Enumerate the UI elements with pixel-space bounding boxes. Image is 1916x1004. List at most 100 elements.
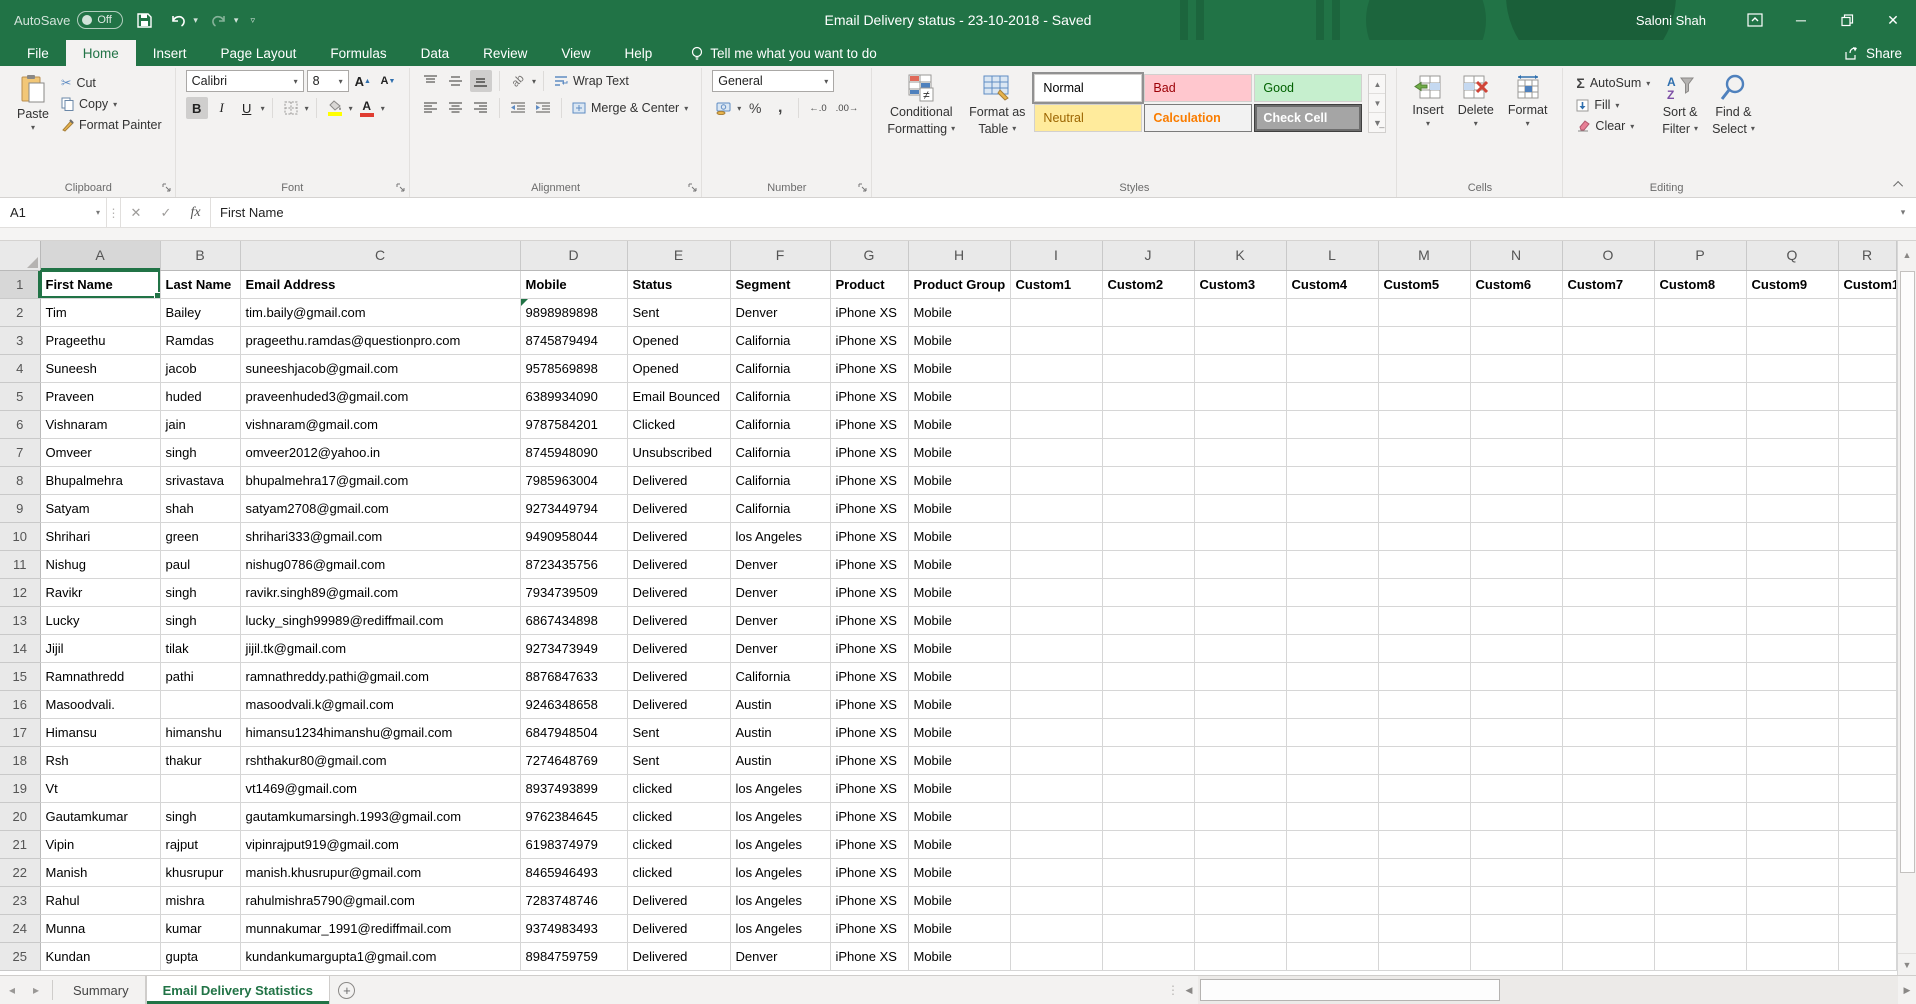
cell-O23[interactable] [1562, 886, 1654, 914]
cell-J16[interactable] [1102, 690, 1194, 718]
cell-I8[interactable] [1010, 466, 1102, 494]
cell-L13[interactable] [1286, 606, 1378, 634]
row-header-19[interactable]: 19 [0, 774, 40, 802]
cell-C20[interactable]: gautamkumarsingh.1993@gmail.com [240, 802, 520, 830]
format-cells-button[interactable]: Format ▾ [1503, 70, 1553, 130]
cell-B18[interactable]: thakur [160, 746, 240, 774]
number-format-combo[interactable]: General ▾ [712, 70, 834, 92]
cell-G17[interactable]: iPhone XS [830, 718, 908, 746]
alignment-dialog-launcher[interactable] [688, 183, 698, 193]
tell-me-box[interactable]: Tell me what you want to do [691, 40, 877, 66]
cell-J1[interactable]: Custom2 [1102, 270, 1194, 298]
comma-style-button[interactable]: , [769, 97, 791, 119]
cell-E14[interactable]: Delivered [627, 634, 730, 662]
cell-E21[interactable]: clicked [627, 830, 730, 858]
row-header-1[interactable]: 1 [0, 270, 40, 298]
cell-B16[interactable] [160, 690, 240, 718]
cell-P15[interactable] [1654, 662, 1746, 690]
ribbon-tab-view[interactable]: View [544, 40, 607, 66]
cell-G4[interactable]: iPhone XS [830, 354, 908, 382]
cell-K18[interactable] [1194, 746, 1286, 774]
cell-O5[interactable] [1562, 382, 1654, 410]
cell-L2[interactable] [1286, 298, 1378, 326]
row-header-25[interactable]: 25 [0, 942, 40, 970]
column-header-J[interactable]: J [1102, 241, 1194, 270]
gallery-scroll-down[interactable]: ▼ [1369, 94, 1385, 113]
cell-H24[interactable]: Mobile [908, 914, 1010, 942]
cell-G3[interactable]: iPhone XS [830, 326, 908, 354]
cell-L5[interactable] [1286, 382, 1378, 410]
cell-O22[interactable] [1562, 858, 1654, 886]
increase-indent-button[interactable] [532, 97, 554, 119]
column-header-F[interactable]: F [730, 241, 830, 270]
borders-dropdown[interactable]: ▾ [305, 104, 309, 113]
underline-dropdown[interactable]: ▾ [261, 104, 265, 113]
cell-B24[interactable]: kumar [160, 914, 240, 942]
orientation-button[interactable]: ab [507, 70, 529, 92]
sheet-tab-email-delivery-statistics[interactable]: Email Delivery Statistics [146, 976, 330, 1004]
merge-center-button[interactable]: Merge & Center ▾ [569, 99, 691, 117]
cell-Q3[interactable] [1746, 326, 1838, 354]
paste-dropdown[interactable]: ▾ [31, 124, 35, 133]
fill-color-button[interactable] [324, 97, 346, 119]
row-header-17[interactable]: 17 [0, 718, 40, 746]
decrease-indent-button[interactable] [507, 97, 529, 119]
cell-C8[interactable]: bhupalmehra17@gmail.com [240, 466, 520, 494]
cell-M12[interactable] [1378, 578, 1470, 606]
cell-C19[interactable]: vt1469@gmail.com [240, 774, 520, 802]
cell-D19[interactable]: 8937493899 [520, 774, 627, 802]
cell-C4[interactable]: suneeshjacob@gmail.com [240, 354, 520, 382]
cell-D18[interactable]: 7274648769 [520, 746, 627, 774]
ribbon-tab-help[interactable]: Help [607, 40, 669, 66]
accounting-format-button[interactable] [712, 97, 734, 119]
cell-R15[interactable] [1838, 662, 1896, 690]
cell-E2[interactable]: Sent [627, 298, 730, 326]
column-header-K[interactable]: K [1194, 241, 1286, 270]
cell-F6[interactable]: California [730, 410, 830, 438]
cell-M15[interactable] [1378, 662, 1470, 690]
cell-N13[interactable] [1470, 606, 1562, 634]
cell-R25[interactable] [1838, 942, 1896, 970]
cell-I2[interactable] [1010, 298, 1102, 326]
cell-C3[interactable]: prageethu.ramdas@questionpro.com [240, 326, 520, 354]
row-header-9[interactable]: 9 [0, 494, 40, 522]
cell-C7[interactable]: omveer2012@yahoo.in [240, 438, 520, 466]
cell-O15[interactable] [1562, 662, 1654, 690]
cell-J3[interactable] [1102, 326, 1194, 354]
cell-J17[interactable] [1102, 718, 1194, 746]
cell-B4[interactable]: jacob [160, 354, 240, 382]
gallery-expand[interactable]: ▼̲ [1369, 113, 1385, 132]
cell-E16[interactable]: Delivered [627, 690, 730, 718]
cell-M19[interactable] [1378, 774, 1470, 802]
cell-F19[interactable]: los Angeles [730, 774, 830, 802]
expand-formula-bar-button[interactable]: ▾ [1890, 198, 1916, 227]
cell-I20[interactable] [1010, 802, 1102, 830]
cell-G25[interactable]: iPhone XS [830, 942, 908, 970]
account-user-name[interactable]: Saloni Shah [1636, 13, 1706, 28]
cell-L24[interactable] [1286, 914, 1378, 942]
cell-L20[interactable] [1286, 802, 1378, 830]
cell-E23[interactable]: Delivered [627, 886, 730, 914]
cell-I5[interactable] [1010, 382, 1102, 410]
ribbon-tab-page-layout[interactable]: Page Layout [204, 40, 314, 66]
cell-B15[interactable]: pathi [160, 662, 240, 690]
cell-D6[interactable]: 9787584201 [520, 410, 627, 438]
cell-A21[interactable]: Vipin [40, 830, 160, 858]
cell-R9[interactable] [1838, 494, 1896, 522]
cell-M21[interactable] [1378, 830, 1470, 858]
minimize-button[interactable]: ─ [1778, 0, 1824, 40]
cell-B17[interactable]: himanshu [160, 718, 240, 746]
cell-E12[interactable]: Delivered [627, 578, 730, 606]
cell-A24[interactable]: Munna [40, 914, 160, 942]
cell-A8[interactable]: Bhupalmehra [40, 466, 160, 494]
vertical-scroll-track[interactable] [1898, 269, 1916, 953]
cell-J7[interactable] [1102, 438, 1194, 466]
cell-D15[interactable]: 8876847633 [520, 662, 627, 690]
cell-I9[interactable] [1010, 494, 1102, 522]
cell-H15[interactable]: Mobile [908, 662, 1010, 690]
cell-I10[interactable] [1010, 522, 1102, 550]
cell-M7[interactable] [1378, 438, 1470, 466]
find-select-button[interactable]: Find & Select▾ [1707, 70, 1760, 137]
cell-A12[interactable]: Ravikr [40, 578, 160, 606]
cell-E17[interactable]: Sent [627, 718, 730, 746]
